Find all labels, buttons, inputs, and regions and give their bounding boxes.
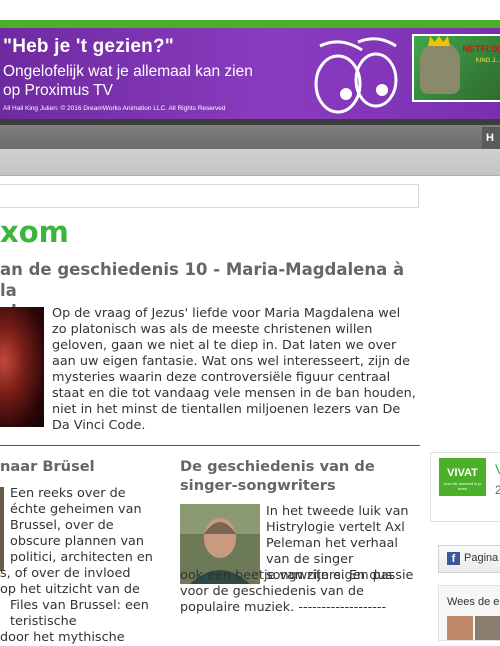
vivat-logo-text: VIVAT [439,467,486,479]
vivat-logo: VIVAT voor elk moment in je leven [439,458,486,496]
article-right-title[interactable]: De geschiedenis van de singer-songwriter… [180,457,420,495]
ad-headline: "Heb je 't gezien?" [3,36,174,58]
sub-navigation [0,149,500,176]
article-divider [0,445,420,446]
ad-subline-1: Ongelofelijk wat je allemaal kan zien [3,63,253,80]
article-left-image[interactable] [0,487,4,571]
summary-line: Een reeks over de [10,486,162,502]
summary-line: échte geheimen van [10,502,162,518]
search-input[interactable] [0,184,419,208]
facebook-label: Pagina [464,552,498,564]
ad-subline-2: op Proximus TV [3,82,113,99]
browser-top-strip [0,0,500,21]
crown-icon [428,36,450,46]
vivat-widget[interactable]: VIVAT voor elk moment in je leven V 2 [430,452,500,522]
summary-line: Brussel, over de [10,518,162,534]
summary-line: teristische [10,614,162,630]
king-julien-figure [420,42,460,94]
ad-subline: Ongelofelijk wat je allemaal kan zien op… [3,62,283,100]
featured-article-summary: Op de vraag of Jezus' liefde voor Maria … [52,306,418,434]
main-navigation: H [0,125,500,149]
facebook-friends-widget: Wees de e [438,585,500,641]
facebook-icon: f [447,552,460,565]
featured-article-image[interactable] [0,307,44,427]
netflix-logo: NETFLIX [463,44,500,54]
friend-avatar[interactable] [475,616,500,640]
article-right-summary-cont: ook een beetje van zijn eigen passie voo… [180,568,420,616]
proximus-ad-banner[interactable]: "Heb je 't gezien?" Ongelofelijk wat je … [0,28,500,119]
vivat-name[interactable]: V [495,461,500,477]
summary-line: s, of over de invloed [0,566,162,582]
summary-line: politici, architecten en [10,550,162,566]
facebook-page-button[interactable]: f Pagina [438,545,500,573]
featured-title-line1: an de geschiedenis 10 - Maria-Magdalena … [0,260,404,300]
summary-line: Files van Brussel: een [10,598,162,614]
cartoon-eyes-icon [300,32,410,118]
article-left-summary: Een reeks over de échte geheimen van Bru… [10,486,162,646]
summary-line: door het mythische [0,630,162,646]
promo-title: KING J... [476,58,500,64]
netflix-promo-image: NETFLIX KING J... [412,34,500,102]
ad-legal-text: All Hail King Julien: © 2016 DreamWorks … [3,105,226,112]
section-title: xom [0,214,69,250]
friend-avatar[interactable] [447,616,473,640]
green-accent-bar [0,20,500,28]
vivat-tagline: voor elk moment in je leven [439,481,486,491]
article-left-title[interactable]: naar Brüsel [0,457,95,476]
summary-line: obscure plannen van [10,534,162,550]
vivat-count: 2 [495,483,500,497]
friends-label: Wees de e [447,596,499,608]
nav-tab-home[interactable]: H [482,127,500,149]
summary-line: op het uitzicht van de [0,582,162,598]
